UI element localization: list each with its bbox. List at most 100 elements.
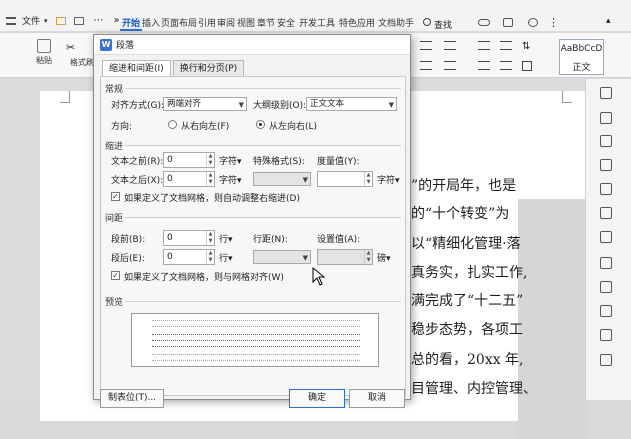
more-icon[interactable]: ⋯ <box>94 15 104 26</box>
radio-ltr[interactable] <box>256 120 265 129</box>
top-left-quick-access: 文件 ▾ ⋯ » <box>6 14 120 27</box>
spin-arrows-icon[interactable]: ▲ ▼ <box>206 250 214 264</box>
doc-line-8[interactable]: 目管理、内控管理、 <box>411 378 537 398</box>
special-format-select[interactable]: ▼ <box>253 172 311 186</box>
tab-chapter[interactable]: 章节 <box>255 17 277 31</box>
more-tabs-icon[interactable]: » <box>114 15 120 26</box>
space-before-input[interactable]: 0 ▲ ▼ <box>163 230 215 246</box>
dialog-tabs: 缩进和间距(I) 换行和分页(P) <box>102 60 246 76</box>
tab-page-layout[interactable]: 页面布局 <box>159 17 199 31</box>
menu-icon[interactable] <box>6 16 16 25</box>
space-after-unit[interactable]: 行▾ <box>219 251 233 264</box>
share-icon[interactable] <box>503 18 513 27</box>
more-options-icon[interactable]: ⋮ <box>548 16 559 29</box>
setting-value-label: 设置值(A): <box>317 235 361 245</box>
grid-align-checkbox[interactable]: ✓ <box>111 271 120 280</box>
space-before-unit[interactable]: 行▾ <box>219 232 233 245</box>
paragraph-preview <box>131 313 379 367</box>
list-icon[interactable] <box>420 41 432 50</box>
spin-arrows-icon[interactable]: ▲ ▼ <box>206 172 214 186</box>
settings-icon[interactable] <box>600 231 612 243</box>
preview-line <box>152 334 360 337</box>
tab-doc-assistant[interactable]: 文档助手 <box>376 17 416 31</box>
preview-line <box>152 360 360 363</box>
doc-line-2[interactable]: 的“十个转变”为 <box>411 203 509 223</box>
tab-features[interactable]: 特色应用 <box>337 17 377 31</box>
measure-input[interactable]: ▲ ▼ <box>317 171 373 187</box>
tab-indent-spacing[interactable]: 缩进和间距(I) <box>102 60 171 76</box>
setting-value-unit[interactable]: 磅▾ <box>377 251 391 264</box>
shape-icon[interactable] <box>600 159 612 171</box>
tab-start[interactable]: 开始 <box>120 17 143 31</box>
doc-line-1[interactable]: ”的开局年，也是 <box>411 175 516 195</box>
numbered-list-icon[interactable] <box>444 41 456 50</box>
dialog-titlebar[interactable]: W 段落 <box>94 35 410 55</box>
pen-icon[interactable] <box>600 112 612 124</box>
indent-increase-icon[interactable] <box>500 41 512 50</box>
spin-arrows-icon[interactable]: ▲ ▼ <box>364 172 372 186</box>
justify-icon[interactable] <box>444 61 456 70</box>
preview-line <box>152 320 360 323</box>
edit-icon[interactable] <box>600 305 612 317</box>
sort-icon[interactable]: ⇅ <box>522 41 530 52</box>
radio-rtl[interactable] <box>168 120 177 129</box>
tab-review[interactable]: 审阅 <box>215 17 237 31</box>
line-spacing-icon[interactable] <box>500 61 512 70</box>
ok-button[interactable]: 确定 <box>289 389 345 408</box>
open-folder-icon[interactable] <box>55 16 66 25</box>
style-name: 正文 <box>572 63 591 73</box>
style-icon[interactable] <box>600 183 612 195</box>
distribute-icon[interactable] <box>478 61 490 70</box>
tab-line-page-breaks[interactable]: 换行和分页(P) <box>172 60 245 76</box>
indent-before-input[interactable]: 0 ▲ ▼ <box>163 152 215 168</box>
spin-arrows-icon[interactable]: ▲ ▼ <box>364 250 372 264</box>
setting-value-input[interactable]: ▲ ▼ <box>317 249 373 265</box>
style-normal[interactable]: AaBbCcD 正文 <box>559 39 604 75</box>
file-menu[interactable]: 文件 <box>22 14 40 27</box>
spin-arrows-icon[interactable]: ▲ ▼ <box>206 231 214 245</box>
user-icon[interactable] <box>600 281 612 293</box>
space-after-input[interactable]: 0 ▲ ▼ <box>163 249 215 265</box>
auto-adjust-checkbox[interactable]: ✓ <box>111 192 120 201</box>
search-label[interactable]: 查找 <box>434 18 452 31</box>
doc-line-7[interactable]: 总的看，20xx 年, <box>411 349 524 369</box>
auto-adjust-label: 如果定义了文档网格，则自动调整右缩进(D) <box>124 194 300 204</box>
cursor-select-icon[interactable] <box>600 135 612 147</box>
translate-icon[interactable] <box>600 257 612 269</box>
align-icon[interactable] <box>420 61 432 70</box>
cut-icon[interactable]: ✂ <box>66 41 75 54</box>
indent-decrease-icon[interactable] <box>478 41 490 50</box>
dropdown-icon[interactable]: ▾ <box>44 17 48 25</box>
print-icon[interactable] <box>73 16 84 25</box>
format-painter-button[interactable]: 格式刷 <box>70 57 94 68</box>
help-icon[interactable] <box>600 354 612 366</box>
tools-icon[interactable] <box>600 329 612 341</box>
comment-icon[interactable] <box>528 18 538 27</box>
paste-button[interactable]: 粘贴 <box>36 39 52 66</box>
borders-icon[interactable] <box>522 61 532 71</box>
measure-unit[interactable]: 字符▾ <box>377 173 400 186</box>
doc-line-5[interactable]: 满完成了“十二五” <box>411 290 523 310</box>
spin-arrows-icon[interactable]: ▲ ▼ <box>206 153 214 167</box>
indent-after-input[interactable]: 0 ▲ ▼ <box>163 171 215 187</box>
doc-line-6[interactable]: 稳步态势，各项工 <box>411 319 523 339</box>
cloud-icon[interactable] <box>478 19 490 26</box>
space-after-value: 0 <box>167 252 173 262</box>
outline-level-select[interactable]: 正文文本 ▼ <box>306 97 397 111</box>
line-spacing-select[interactable]: ▼ <box>253 250 311 264</box>
collapse-ribbon-icon[interactable]: ▴ <box>606 16 611 26</box>
search-icon[interactable] <box>423 18 431 26</box>
tabs-button[interactable]: 制表位(T)... <box>100 389 164 408</box>
tab-security[interactable]: 安全 <box>275 17 297 31</box>
sidebar-collapse-icon[interactable] <box>600 87 612 99</box>
tab-developer[interactable]: 开发工具 <box>297 17 337 31</box>
indent-after-unit[interactable]: 字符▾ <box>219 173 242 186</box>
doc-line-3[interactable]: 以“精细化管理·落 <box>411 233 521 253</box>
grid-icon[interactable] <box>600 207 612 219</box>
tab-view[interactable]: 视图 <box>235 17 257 31</box>
doc-line-4[interactable]: 真务实，扎实工作, <box>411 262 527 282</box>
cancel-button[interactable]: 取消 <box>349 389 405 408</box>
alignment-select[interactable]: 两端对齐 ▼ <box>163 97 247 111</box>
indent-before-unit[interactable]: 字符▾ <box>219 154 242 167</box>
separator <box>125 217 401 218</box>
